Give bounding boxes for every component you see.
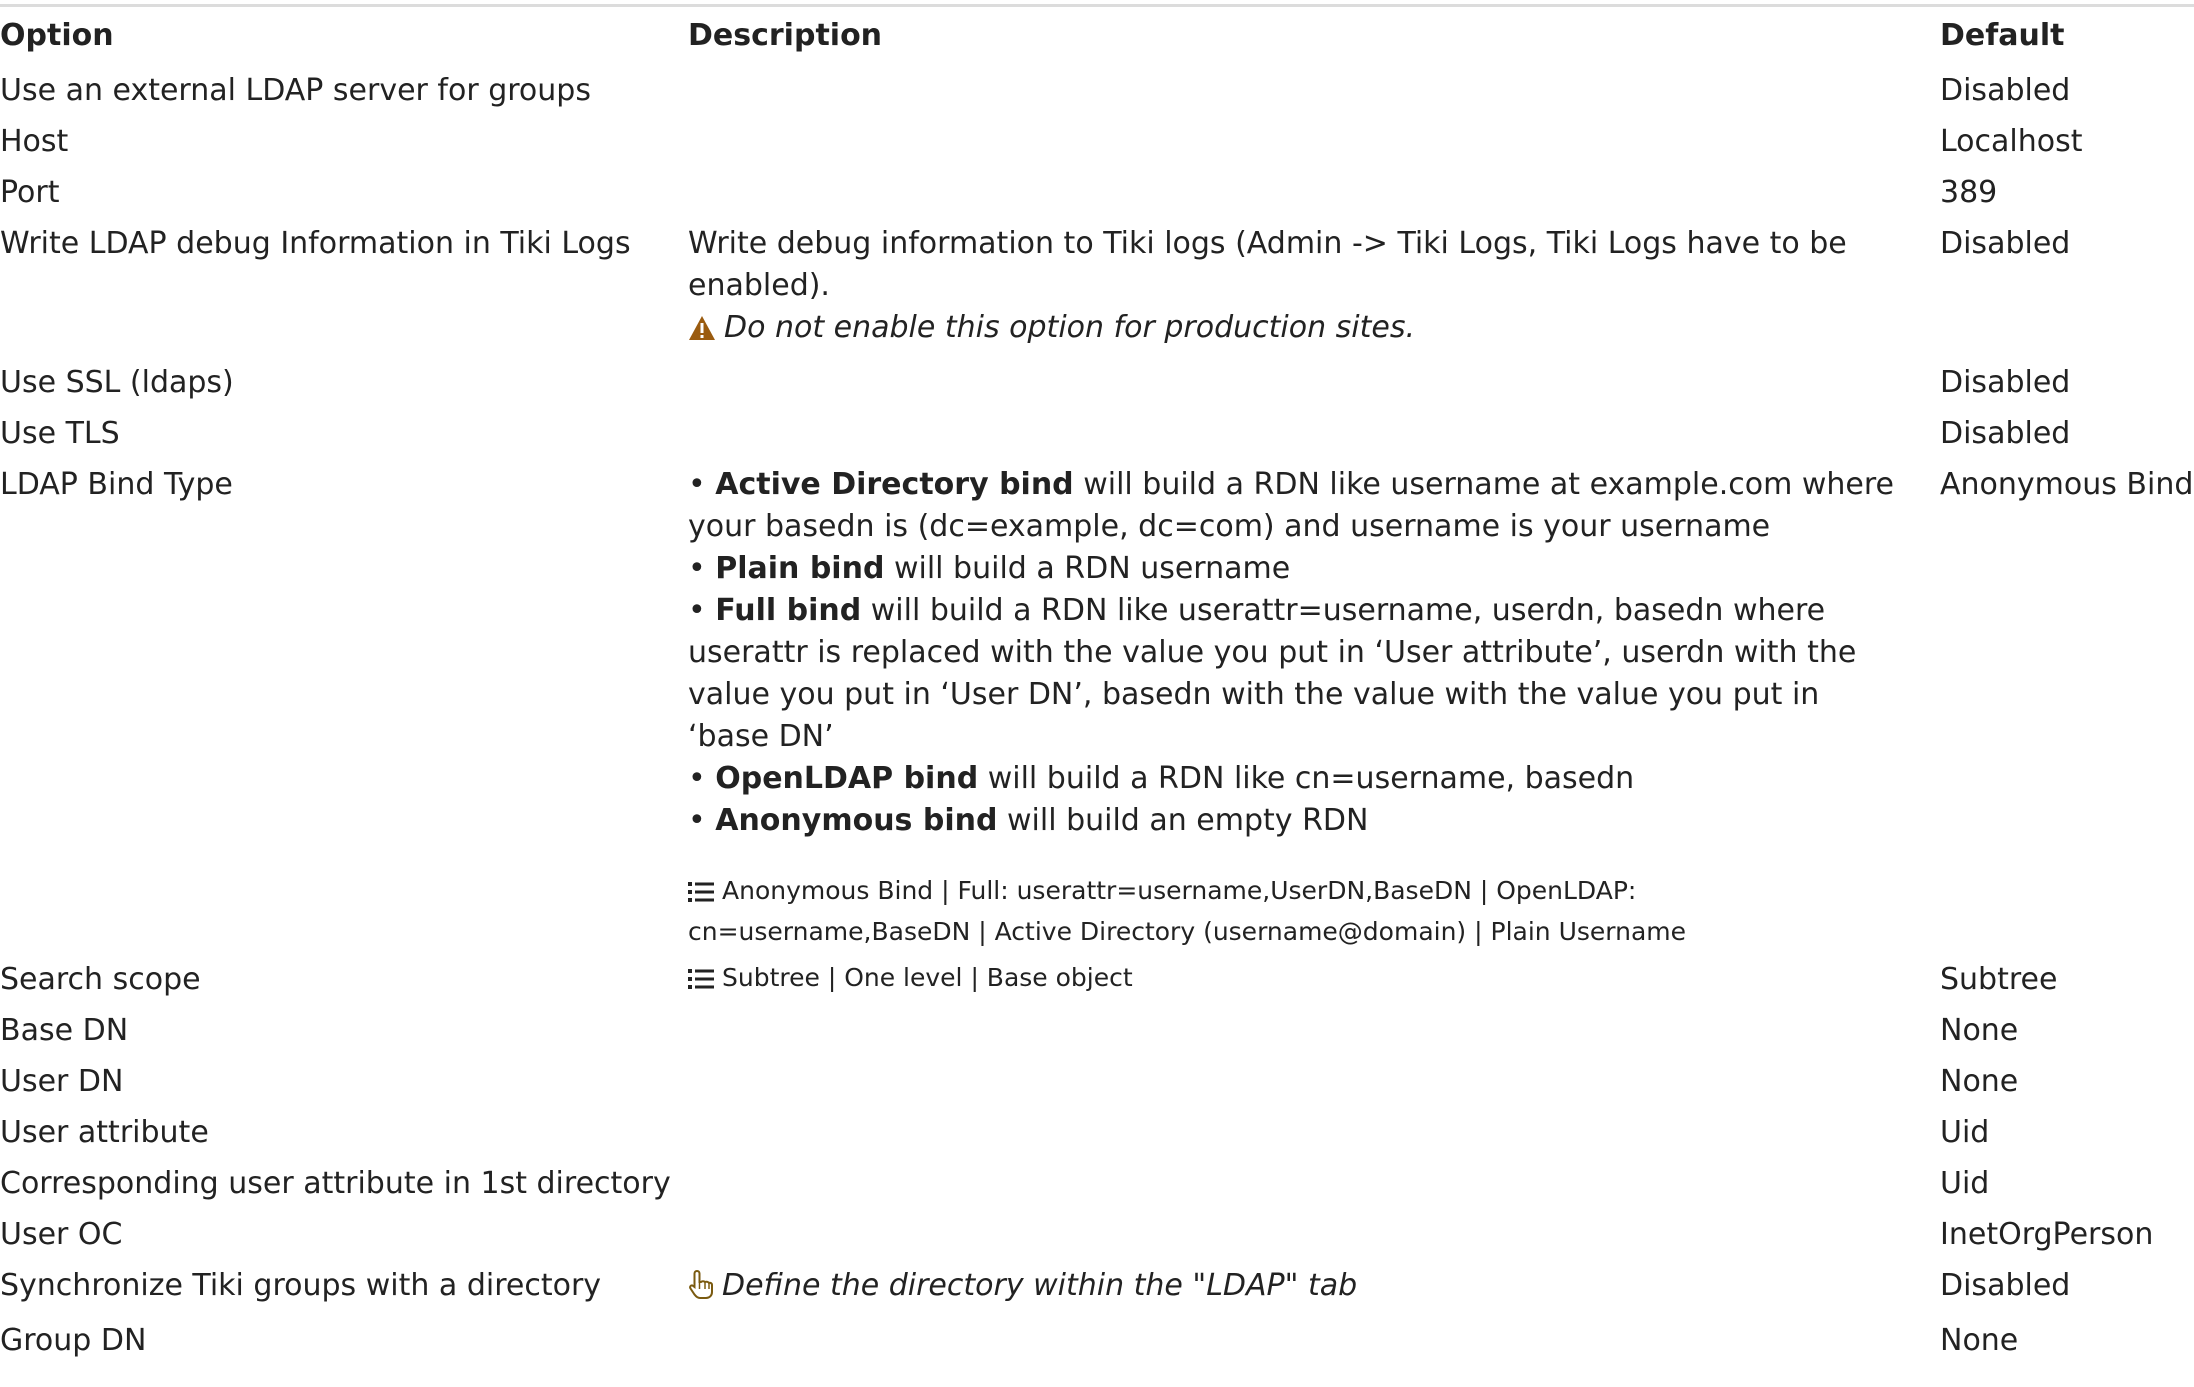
option-name: Host [0, 124, 69, 159]
option-default: Subtree [1940, 962, 2058, 997]
option-default: Uid [1940, 1166, 1990, 1201]
ldap-options-table: Option Description Default Use an extern… [0, 7, 2194, 1362]
option-default: None [1940, 1323, 2019, 1358]
option-description: • Active Directory bind will build a RDN… [676, 455, 1928, 950]
option-default: Disabled [1940, 416, 2071, 451]
bullet-title: Full bind [715, 593, 862, 628]
option-description [676, 1154, 1928, 1205]
option-name: Base DN [0, 1013, 129, 1048]
options-list: Anonymous Bind | Full: userattr=username… [688, 872, 1904, 950]
bullet-text: will build a RDN username [884, 551, 1291, 586]
option-default: Disabled [1940, 365, 2071, 400]
option-description: Subtree | One level | Base object [676, 950, 1928, 1001]
option-description [676, 163, 1928, 214]
pointing-hand-icon [688, 1269, 714, 1311]
table-row: User DN None [0, 1052, 2194, 1103]
table-row: Port 389 [0, 163, 2194, 214]
option-description [676, 61, 1928, 112]
option-name: Write LDAP debug Information in Tiki Log… [0, 226, 631, 261]
ldap-tab-link[interactable]: LDAP [1206, 1268, 1284, 1303]
option-name: Synchronize Tiki groups with a directory [0, 1268, 602, 1303]
option-name: Use TLS [0, 416, 120, 451]
options-text: Anonymous Bind | Full: userattr=username… [688, 876, 1687, 946]
option-description: Write debug information to Tiki logs (Ad… [676, 214, 1928, 353]
table-header-row: Option Description Default [0, 7, 2194, 61]
table-row: Synchronize Tiki groups with a directory… [0, 1256, 2194, 1311]
list-icon [688, 963, 714, 1000]
options-text: Subtree | One level | Base object [722, 963, 1133, 992]
preferences-page: Option Description Default Use an extern… [0, 4, 2194, 1362]
option-description [676, 1205, 1928, 1256]
option-name: User attribute [0, 1115, 209, 1150]
option-description [676, 1103, 1928, 1154]
option-default: InetOrgPerson [1940, 1217, 2154, 1252]
option-name: Port [0, 175, 60, 210]
note-text-end: " tab [1284, 1268, 1358, 1303]
bind-type-bullet: • Full bind will build a RDN like userat… [688, 593, 1857, 754]
bind-type-bullet: • Active Directory bind will build a RDN… [688, 467, 1894, 544]
table-row: Use SSL (ldaps) Disabled [0, 353, 2194, 404]
note-text-start: Define the directory within the " [722, 1268, 1207, 1303]
table-row: Write LDAP debug Information in Tiki Log… [0, 214, 2194, 353]
option-description [676, 353, 1928, 404]
bullet-title: Plain bind [715, 551, 885, 586]
table-row: Use an external LDAP server for groups D… [0, 61, 2194, 112]
bullet-text: will build a RDN like cn=username, based… [978, 761, 1635, 796]
table-row: Search scope Subtree | One level | Base … [0, 950, 2194, 1001]
option-name: User OC [0, 1217, 123, 1252]
table-row: Group DN None [0, 1311, 2194, 1362]
description-column-header: Description [688, 18, 883, 53]
option-name: Use an external LDAP server for groups [0, 73, 591, 108]
option-name: LDAP Bind Type [0, 467, 233, 502]
bullet-title: Anonymous bind [715, 803, 998, 838]
option-default: Localhost [1940, 124, 2083, 159]
option-default: None [1940, 1064, 2019, 1099]
option-default: None [1940, 1013, 2019, 1048]
list-icon [688, 876, 714, 913]
option-description: Define the directory within the "LDAP" t… [676, 1256, 1928, 1311]
bind-type-bullet: • OpenLDAP bind will build a RDN like cn… [688, 761, 1635, 796]
bullet-text: will build a RDN like userattr=username,… [688, 593, 1857, 754]
option-name: Use SSL (ldaps) [0, 365, 234, 400]
table-row: Base DN None [0, 1001, 2194, 1052]
option-name: Group DN [0, 1323, 147, 1358]
table-row: Corresponding user attribute in 1st dire… [0, 1154, 2194, 1205]
option-default: Anonymous Bind [1940, 467, 2194, 502]
option-default: Disabled [1940, 226, 2071, 261]
bind-type-bullet: • Plain bind will build a RDN username [688, 551, 1291, 586]
option-default: Disabled [1940, 1268, 2071, 1303]
options-list: Subtree | One level | Base object [688, 959, 1904, 1000]
table-row: Use TLS Disabled [0, 404, 2194, 455]
option-default: Disabled [1940, 73, 2071, 108]
option-default: Uid [1940, 1115, 1990, 1150]
table-row: LDAP Bind Type • Active Directory bind w… [0, 455, 2194, 950]
table-row: Host Localhost [0, 112, 2194, 163]
option-name: Corresponding user attribute in 1st dire… [0, 1166, 671, 1201]
option-description [676, 1001, 1928, 1052]
bind-type-bullet: • Anonymous bind will build an empty RDN [688, 803, 1369, 838]
dependency-note: Define the directory within the "LDAP" t… [688, 1265, 1904, 1311]
bullet-text: will build an empty RDN [997, 803, 1369, 838]
warning-triangle-icon [688, 311, 716, 353]
bullet-title: Active Directory bind [715, 467, 1074, 502]
option-name: User DN [0, 1064, 124, 1099]
bullet-title: OpenLDAP bind [715, 761, 979, 796]
warning-note: Do not enable this option for production… [688, 307, 1904, 353]
description-text: Write debug information to Tiki logs (Ad… [688, 226, 1847, 303]
table-row: User attribute Uid [0, 1103, 2194, 1154]
option-default: 389 [1940, 175, 1998, 210]
warning-text: Do not enable this option for production… [724, 310, 1415, 345]
option-description [676, 1311, 1928, 1362]
option-description [676, 1052, 1928, 1103]
table-row: User OC InetOrgPerson [0, 1205, 2194, 1256]
default-column-header: Default [1940, 18, 2065, 53]
option-description [676, 112, 1928, 163]
option-name: Search scope [0, 962, 201, 997]
option-column-header: Option [0, 18, 114, 53]
option-description [676, 404, 1928, 455]
